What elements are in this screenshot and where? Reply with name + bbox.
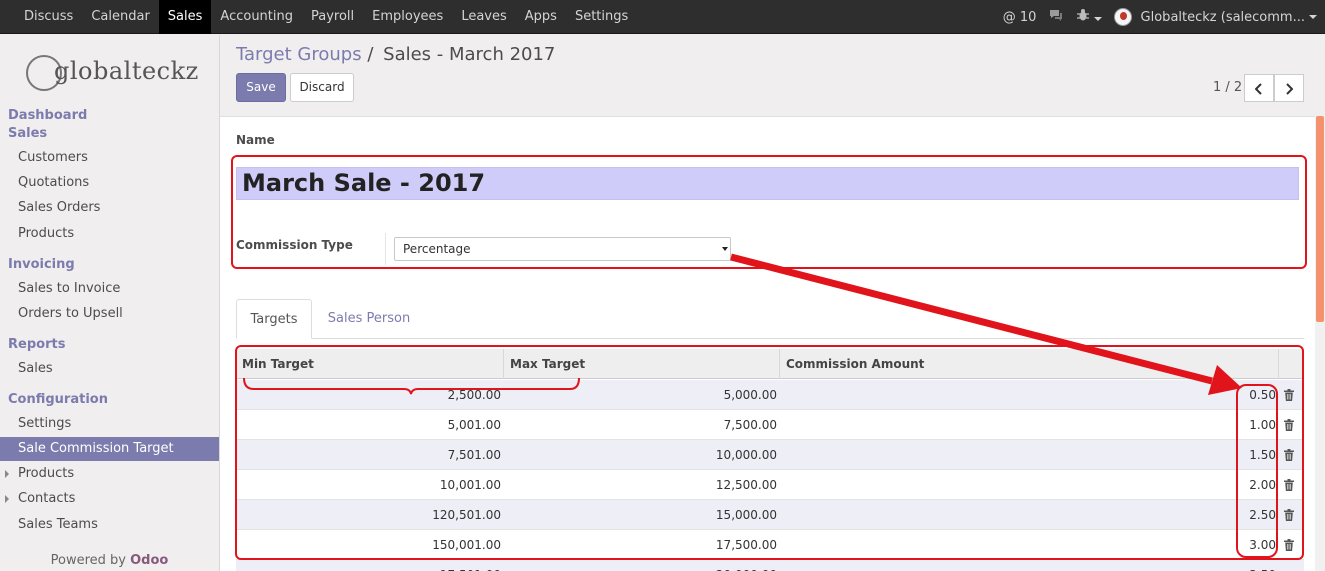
annotation-overlay bbox=[243, 253, 1242, 395]
annotation-arrow-head bbox=[1208, 365, 1242, 395]
annotation-arrow-shaft bbox=[730, 253, 1213, 385]
annotation-brace bbox=[243, 377, 580, 395]
